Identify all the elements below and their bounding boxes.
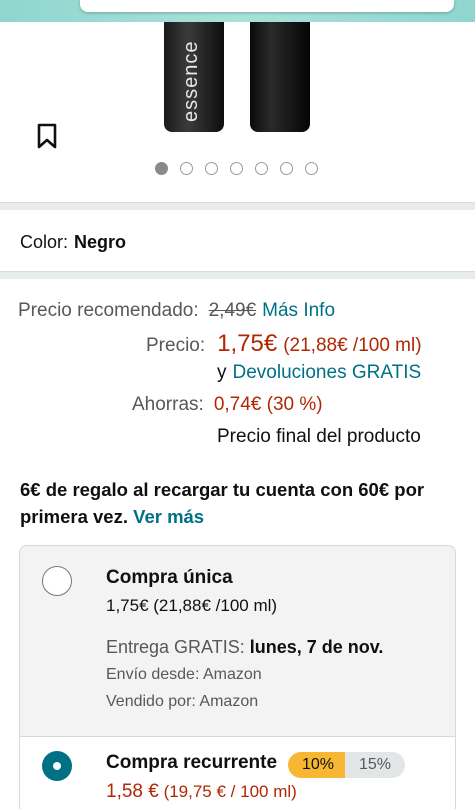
- color-value: Negro: [74, 232, 127, 252]
- ships-from: Envío desde: Amazon: [106, 666, 262, 683]
- one-time-purchase-price: 1,75€ (21,88€ /100 ml): [106, 596, 278, 615]
- savings-value: 0,74€ (30 %): [213, 394, 323, 415]
- promo-message: 6€ de regalo al recargar tu cuenta con 6…: [20, 476, 460, 530]
- promo-text: 6€ de regalo al recargar tu cuenta con 6…: [20, 479, 425, 527]
- recurring-purchase-radio[interactable]: [42, 751, 72, 781]
- pagination-dot[interactable]: [230, 162, 243, 175]
- sold-by: Vendido por: Amazon: [106, 693, 259, 710]
- more-info-link[interactable]: Más Info: [262, 300, 335, 322]
- recommended-price: 2,49€: [208, 300, 257, 321]
- delivery-prefix: Entrega GRATIS:: [106, 637, 245, 657]
- returns-prefix: y: [217, 362, 227, 383]
- pagination-dot[interactable]: [180, 162, 193, 175]
- pagination-dot[interactable]: [305, 162, 318, 175]
- pagination-dot[interactable]: [255, 162, 268, 175]
- recurring-purchase-title[interactable]: Compra recurrente: [106, 752, 277, 774]
- recurring-price-unit: (19,75 € / 100 ml): [163, 782, 297, 801]
- delivery-date: lunes, 7 de nov.: [249, 637, 384, 657]
- free-returns-link[interactable]: Devoluciones GRATIS: [233, 362, 422, 384]
- purchase-options-box: Compra única 1,75€ (21,88€ /100 ml) Entr…: [19, 545, 456, 809]
- image-pagination-dots[interactable]: [155, 162, 318, 175]
- promo-see-more-link[interactable]: Ver más: [133, 506, 204, 527]
- product-image-carousel[interactable]: essence: [0, 22, 475, 149]
- color-selector[interactable]: Color: Negro: [20, 232, 126, 253]
- delivery-info: Entrega GRATIS: lunes, 7 de nov.: [106, 637, 383, 658]
- discount-10-pill[interactable]: 10%: [288, 752, 349, 778]
- pagination-dot[interactable]: [280, 162, 293, 175]
- product-cap-image: [250, 22, 310, 132]
- price-unit: (21,88€ /100 ml): [283, 335, 422, 356]
- final-price-note: Precio final del producto: [217, 426, 421, 447]
- bookmark-icon[interactable]: [36, 122, 58, 150]
- one-time-purchase-radio[interactable]: [42, 566, 72, 596]
- discount-15-pill[interactable]: 15%: [345, 752, 406, 778]
- search-bar[interactable]: [80, 0, 454, 12]
- brand-text: essence: [180, 40, 202, 123]
- pagination-dot-active[interactable]: [155, 162, 168, 175]
- section-divider: [0, 271, 475, 279]
- section-divider: [0, 202, 475, 210]
- recurring-price: 1,58 € (19,75 € / 100 ml): [106, 781, 297, 803]
- price-label: Precio:: [146, 335, 206, 356]
- price-value: 1,75€: [217, 330, 278, 357]
- recurring-purchase-option[interactable]: Compra recurrente 10% 15% 1,58 € (19,75 …: [20, 737, 455, 809]
- recommended-price-label: Precio recomendado:: [18, 300, 199, 321]
- color-label: Color:: [20, 232, 69, 252]
- recurring-price-value: 1,58 €: [106, 781, 159, 802]
- one-time-purchase-title[interactable]: Compra única: [106, 567, 233, 589]
- savings-label: Ahorras:: [132, 394, 204, 415]
- pagination-dot[interactable]: [205, 162, 218, 175]
- product-tube-image: essence: [164, 22, 224, 132]
